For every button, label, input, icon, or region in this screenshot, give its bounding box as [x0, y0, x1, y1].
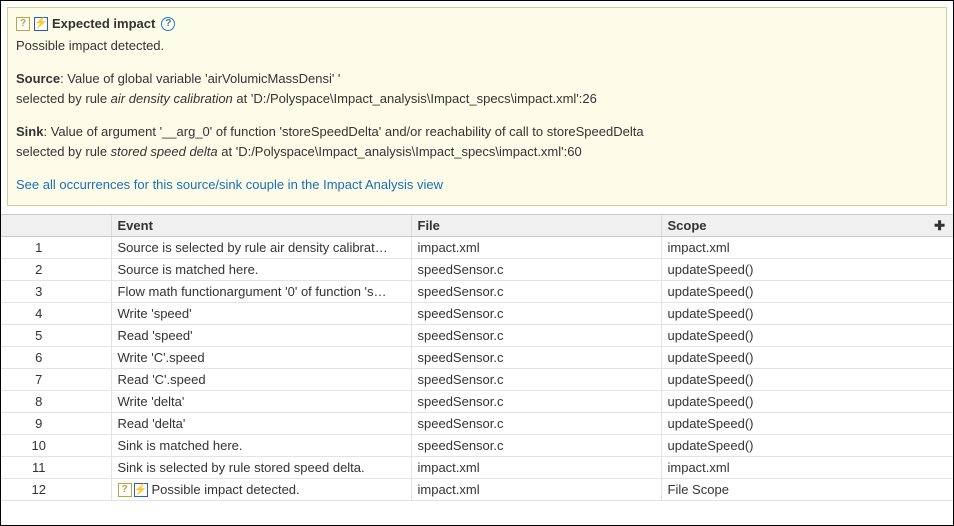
- table-row[interactable]: 11Sink is selected by rule stored speed …: [1, 456, 953, 478]
- row-scope: impact.xml: [661, 456, 953, 478]
- row-number: 10: [1, 434, 111, 456]
- source-rule: air density calibration: [111, 91, 233, 106]
- table-row[interactable]: 12?⚡ Possible impact detected. impact.xmlF…: [1, 478, 953, 501]
- table-row[interactable]: 5Read 'speed'speedSensor.cupdateSpeed(): [1, 324, 953, 346]
- row-file: impact.xml: [411, 236, 661, 258]
- table-row[interactable]: 8Write 'delta'speedSensor.cupdateSpeed(): [1, 390, 953, 412]
- row-scope: updateSpeed(): [661, 258, 953, 280]
- row-scope: updateSpeed(): [661, 280, 953, 302]
- events-table: Event File Scope 1Source is selected by …: [1, 214, 953, 502]
- table-header-row: Event File Scope: [1, 214, 953, 236]
- row-scope: updateSpeed(): [661, 324, 953, 346]
- row-event: Sink is matched here.: [111, 434, 411, 456]
- row-file: speedSensor.c: [411, 368, 661, 390]
- source-path: at 'D:/Polyspace\Impact_analysis\Impact_…: [233, 91, 597, 106]
- row-event: Source is matched here.: [111, 258, 411, 280]
- row-event: Write 'delta': [111, 390, 411, 412]
- row-file: speedSensor.c: [411, 258, 661, 280]
- events-table-wrap: Event File Scope 1Source is selected by …: [1, 214, 953, 502]
- col-num[interactable]: [1, 214, 111, 236]
- row-event: ?⚡ Possible impact detected.: [111, 478, 411, 501]
- row-number: 9: [1, 412, 111, 434]
- row-event-text: Possible impact detected.: [152, 482, 300, 497]
- panel-title-line: ? ⚡ Expected impact ?: [16, 14, 938, 34]
- table-row[interactable]: 3Flow math functionargument '0' of funct…: [1, 280, 953, 302]
- row-file: speedSensor.c: [411, 280, 661, 302]
- row-file: speedSensor.c: [411, 412, 661, 434]
- bolt-icon: ⚡: [134, 483, 148, 497]
- row-event: Source is selected by rule air density c…: [111, 236, 411, 258]
- row-number: 4: [1, 302, 111, 324]
- see-occurrences-link[interactable]: See all occurrences for this source/sink…: [16, 175, 443, 195]
- table-row[interactable]: 4Write 'speed'speedSensor.cupdateSpeed(): [1, 302, 953, 324]
- col-scope[interactable]: Scope: [661, 214, 953, 236]
- row-event: Sink is selected by rule stored speed de…: [111, 456, 411, 478]
- row-number: 2: [1, 258, 111, 280]
- row-number: 5: [1, 324, 111, 346]
- row-event: Write 'C'.speed: [111, 346, 411, 368]
- source-label: Source: [16, 71, 60, 86]
- sink-rule: stored speed delta: [111, 144, 218, 159]
- table-row[interactable]: 6Write 'C'.speedspeedSensor.cupdateSpeed…: [1, 346, 953, 368]
- add-column-icon[interactable]: ✚: [934, 218, 945, 234]
- table-row[interactable]: 10Sink is matched here.speedSensor.cupda…: [1, 434, 953, 456]
- impact-panel: ? ⚡ Expected impact ? Possible impact de…: [7, 7, 947, 206]
- row-scope: updateSpeed(): [661, 346, 953, 368]
- row-number: 7: [1, 368, 111, 390]
- source-rule-prefix: selected by rule: [16, 91, 111, 106]
- question-box-icon: ?: [118, 483, 132, 497]
- row-event: Read 'C'.speed: [111, 368, 411, 390]
- table-row[interactable]: 2Source is matched here.speedSensor.cupd…: [1, 258, 953, 280]
- row-scope: updateSpeed(): [661, 302, 953, 324]
- question-box-icon: ?: [16, 17, 30, 31]
- help-icon[interactable]: ?: [161, 17, 175, 31]
- row-scope: impact.xml: [661, 236, 953, 258]
- col-event[interactable]: Event: [111, 214, 411, 236]
- sink-label: Sink: [16, 124, 43, 139]
- row-number: 6: [1, 346, 111, 368]
- table-row[interactable]: 9Read 'delta'speedSensor.cupdateSpeed(): [1, 412, 953, 434]
- row-scope: File Scope: [661, 478, 953, 501]
- row-number: 1: [1, 236, 111, 258]
- row-scope: updateSpeed(): [661, 368, 953, 390]
- source-block: Source: Value of global variable 'airVol…: [16, 69, 938, 108]
- row-event: Write 'speed': [111, 302, 411, 324]
- row-file: speedSensor.c: [411, 434, 661, 456]
- bolt-icon: ⚡: [34, 17, 48, 31]
- row-scope: updateSpeed(): [661, 390, 953, 412]
- row-event: Flow math functionargument '0' of functi…: [111, 280, 411, 302]
- table-row[interactable]: 7Read 'C'.speedspeedSensor.cupdateSpeed(…: [1, 368, 953, 390]
- row-scope: updateSpeed(): [661, 434, 953, 456]
- table-body: 1Source is selected by rule air density …: [1, 236, 953, 501]
- row-file: speedSensor.c: [411, 302, 661, 324]
- row-file: impact.xml: [411, 478, 661, 501]
- row-file: speedSensor.c: [411, 390, 661, 412]
- sink-path: at 'D:/Polyspace\Impact_analysis\Impact_…: [218, 144, 582, 159]
- sink-rule-prefix: selected by rule: [16, 144, 111, 159]
- panel-title: Expected impact: [52, 14, 155, 34]
- panel-subtitle: Possible impact detected.: [16, 36, 938, 56]
- col-file[interactable]: File: [411, 214, 661, 236]
- sink-text: : Value of argument '__arg_0' of functio…: [43, 124, 643, 139]
- row-number: 8: [1, 390, 111, 412]
- row-scope: updateSpeed(): [661, 412, 953, 434]
- row-file: speedSensor.c: [411, 324, 661, 346]
- row-number: 3: [1, 280, 111, 302]
- row-file: speedSensor.c: [411, 346, 661, 368]
- row-number: 12: [1, 478, 111, 501]
- row-event: Read 'speed': [111, 324, 411, 346]
- row-event: Read 'delta': [111, 412, 411, 434]
- row-number: 11: [1, 456, 111, 478]
- row-file: impact.xml: [411, 456, 661, 478]
- sink-block: Sink: Value of argument '__arg_0' of fun…: [16, 122, 938, 161]
- table-row[interactable]: 1Source is selected by rule air density …: [1, 236, 953, 258]
- source-text: : Value of global variable 'airVolumicMa…: [60, 71, 340, 86]
